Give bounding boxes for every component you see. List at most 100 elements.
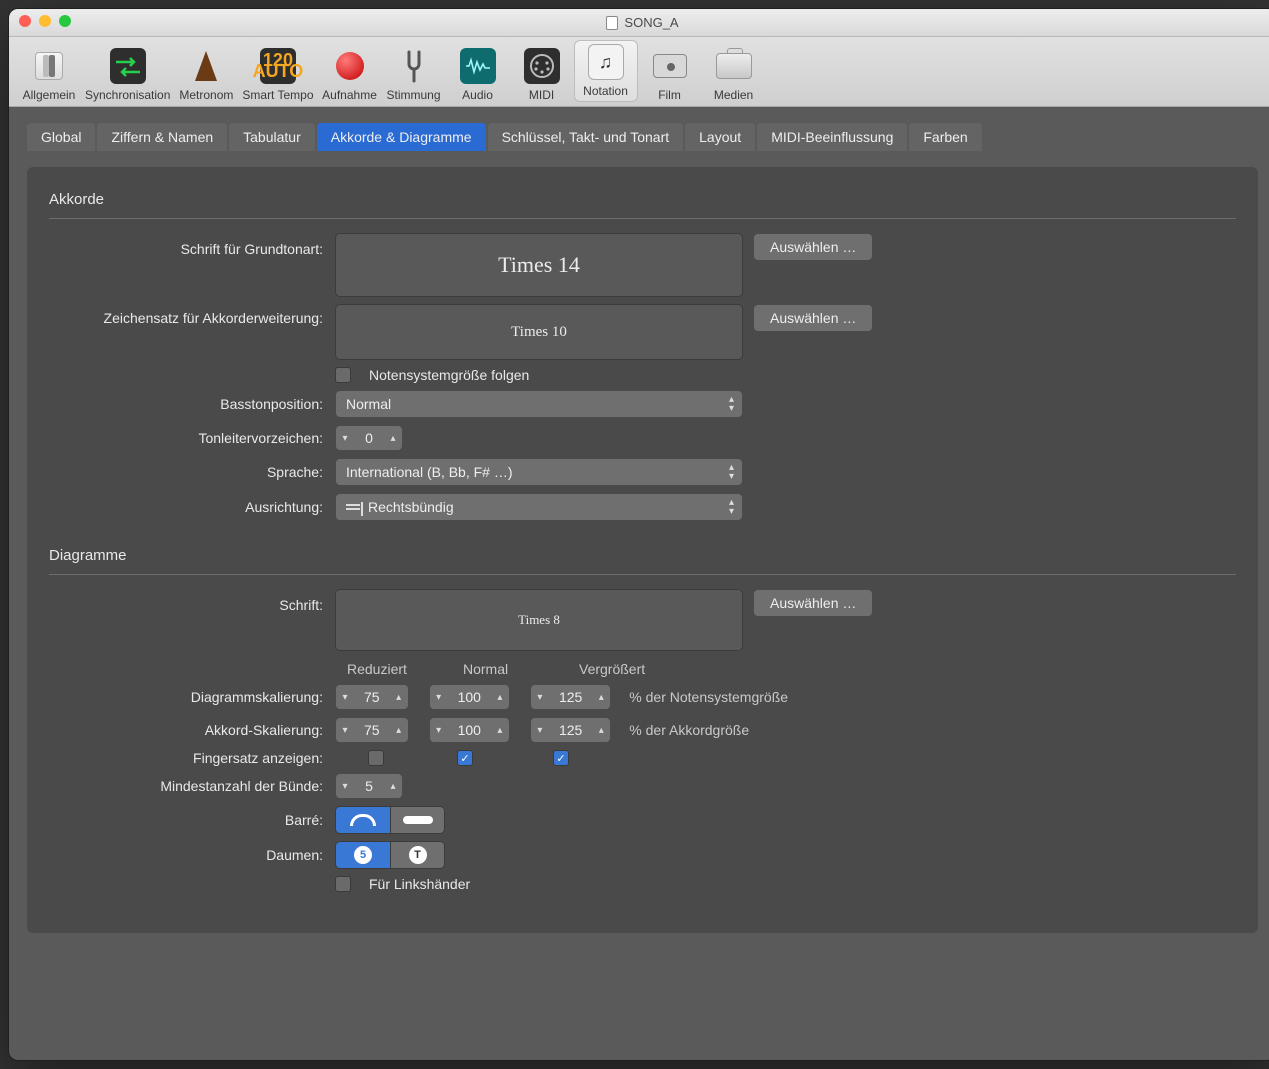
- chevron-up-icon[interactable]: ▴: [384, 433, 402, 444]
- thumb-letter-option[interactable]: T: [390, 842, 444, 868]
- metronome-icon: [188, 48, 224, 84]
- bass-position-label: Basstonposition:: [49, 396, 335, 412]
- notation-icon: ♫: [588, 44, 624, 80]
- sync-icon: [110, 48, 146, 84]
- chord-scale-reduced[interactable]: ▾75▴: [335, 717, 409, 743]
- fingering-enlarged-checkbox[interactable]: ✓: [553, 750, 569, 766]
- toolbar-aufnahme[interactable]: Aufnahme: [318, 48, 382, 102]
- chevron-updown-icon: ▴▾: [729, 463, 734, 481]
- settings-window: SONG_A Allgemein Synchronisation Metrono…: [8, 8, 1269, 1061]
- window-title: SONG_A: [606, 15, 678, 30]
- tab-farben[interactable]: Farben: [909, 123, 981, 151]
- root-font-preview: Times 14: [335, 233, 743, 297]
- main-toolbar: Allgemein Synchronisation Metronom 120 A…: [9, 37, 1269, 107]
- switch-icon: [31, 48, 67, 84]
- window-title-text: SONG_A: [624, 15, 678, 30]
- chord-scale-enlarged[interactable]: ▾125▴: [530, 717, 611, 743]
- tab-ziffern-namen[interactable]: Ziffern & Namen: [97, 123, 227, 151]
- language-select[interactable]: International (B, Bb, F# …) ▴▾: [335, 458, 743, 486]
- root-font-select-button[interactable]: Auswählen …: [753, 233, 873, 261]
- diagram-scale-normal[interactable]: ▾100▴: [429, 684, 510, 710]
- chevron-down-icon[interactable]: ▾: [336, 433, 354, 444]
- toolbar-midi[interactable]: MIDI: [510, 48, 574, 102]
- fingering-normal-checkbox[interactable]: ✓: [457, 750, 473, 766]
- accidentals-label: Tonleitervorzeichen:: [49, 430, 335, 446]
- settings-pane: Akkorde Schrift für Grundtonart: Times 1…: [27, 167, 1258, 933]
- alignment-label: Ausrichtung:: [49, 499, 335, 515]
- content: Global Ziffern & Namen Tabulatur Akkorde…: [9, 107, 1269, 949]
- toolbar-medien[interactable]: Medien: [702, 48, 766, 102]
- tab-schluessel[interactable]: Schlüssel, Takt- und Tonart: [488, 123, 684, 151]
- barre-toggle[interactable]: [335, 806, 445, 834]
- toolbar-smart-tempo[interactable]: 120 AUTO Smart Tempo: [238, 48, 317, 102]
- sub-tabs: Global Ziffern & Namen Tabulatur Akkorde…: [27, 123, 1258, 151]
- toolbar-metronom[interactable]: Metronom: [174, 48, 238, 102]
- toolbar-audio[interactable]: Audio: [446, 48, 510, 102]
- language-label: Sprache:: [49, 464, 335, 480]
- close-icon[interactable]: [19, 15, 31, 27]
- chevron-updown-icon: ▴▾: [729, 395, 734, 413]
- tab-akkorde-diagramme[interactable]: Akkorde & Diagramme: [317, 123, 486, 151]
- zoom-icon[interactable]: [59, 15, 71, 27]
- toolbar-synchronisation[interactable]: Synchronisation: [81, 48, 174, 102]
- col-normal: Normal: [463, 661, 545, 677]
- tempo-icon: 120 AUTO: [260, 48, 296, 84]
- camera-icon: [652, 48, 688, 84]
- ext-font-preview: Times 10: [335, 304, 743, 360]
- thumb-label: Daumen:: [49, 847, 335, 863]
- col-enlarged: Vergrößert: [579, 661, 661, 677]
- fingering-reduced-checkbox[interactable]: [368, 750, 384, 766]
- toolbar-allgemein[interactable]: Allgemein: [17, 48, 81, 102]
- align-right-icon: [346, 504, 360, 510]
- window-controls: [19, 15, 71, 27]
- midi-icon: [524, 48, 560, 84]
- document-icon: [606, 16, 618, 30]
- tuning-fork-icon: [396, 48, 432, 84]
- briefcase-icon: [716, 48, 752, 84]
- alignment-select[interactable]: Rechtsbündig ▴▾: [335, 493, 743, 521]
- barre-label: Barré:: [49, 812, 335, 828]
- accidentals-stepper[interactable]: ▾ 0 ▴: [335, 425, 403, 451]
- ext-font-select-button[interactable]: Auswählen …: [753, 304, 873, 332]
- bass-position-select[interactable]: Normal ▴▾: [335, 390, 743, 418]
- titlebar: SONG_A: [9, 9, 1269, 37]
- minimize-icon[interactable]: [39, 15, 51, 27]
- toolbar-notation[interactable]: ♫ Notation: [574, 40, 638, 102]
- follow-staff-checkbox[interactable]: [335, 367, 351, 383]
- diagram-scale-enlarged[interactable]: ▾125▴: [530, 684, 611, 710]
- diagram-scale-reduced[interactable]: ▾75▴: [335, 684, 409, 710]
- pct-staff-label: % der Notensystemgröße: [629, 689, 788, 705]
- diagram-font-label: Schrift:: [49, 589, 335, 613]
- divider: [49, 574, 1236, 575]
- diagram-scale-label: Diagrammskalierung:: [49, 689, 335, 705]
- pct-chord-label: % der Akkordgröße: [629, 722, 749, 738]
- diagram-font-preview: Times 8: [335, 589, 743, 651]
- barre-pill-option[interactable]: [390, 807, 444, 833]
- toolbar-stimmung[interactable]: Stimmung: [382, 48, 446, 102]
- section-diagramme-title: Diagramme: [49, 547, 1236, 564]
- scale-headers: Reduziert Normal Vergrößert: [347, 661, 1236, 677]
- tab-global[interactable]: Global: [27, 123, 95, 151]
- diagram-font-select-button[interactable]: Auswählen …: [753, 589, 873, 617]
- chevron-updown-icon: ▴▾: [729, 498, 734, 516]
- waveform-icon: [460, 48, 496, 84]
- left-handed-label: Für Linkshänder: [369, 876, 470, 892]
- tab-layout[interactable]: Layout: [685, 123, 755, 151]
- thumb-number-option[interactable]: 5: [336, 842, 390, 868]
- root-font-label: Schrift für Grundtonart:: [49, 233, 335, 257]
- col-reduced: Reduziert: [347, 661, 429, 677]
- chord-scale-label: Akkord-Skalierung:: [49, 722, 335, 738]
- min-frets-label: Mindestanzahl der Bünde:: [49, 778, 335, 794]
- record-icon: [332, 48, 368, 84]
- tab-tabulatur[interactable]: Tabulatur: [229, 123, 315, 151]
- section-akkorde-title: Akkorde: [49, 191, 1236, 208]
- toolbar-film[interactable]: Film: [638, 48, 702, 102]
- barre-arc-option[interactable]: [336, 807, 390, 833]
- fingering-label: Fingersatz anzeigen:: [49, 750, 335, 766]
- thumb-toggle[interactable]: 5 T: [335, 841, 445, 869]
- ext-font-label: Zeichensatz für Akkorderweiterung:: [49, 304, 335, 326]
- chord-scale-normal[interactable]: ▾100▴: [429, 717, 510, 743]
- left-handed-checkbox[interactable]: [335, 876, 351, 892]
- min-frets-stepper[interactable]: ▾5▴: [335, 773, 403, 799]
- tab-midi-beeinflussung[interactable]: MIDI-Beeinflussung: [757, 123, 907, 151]
